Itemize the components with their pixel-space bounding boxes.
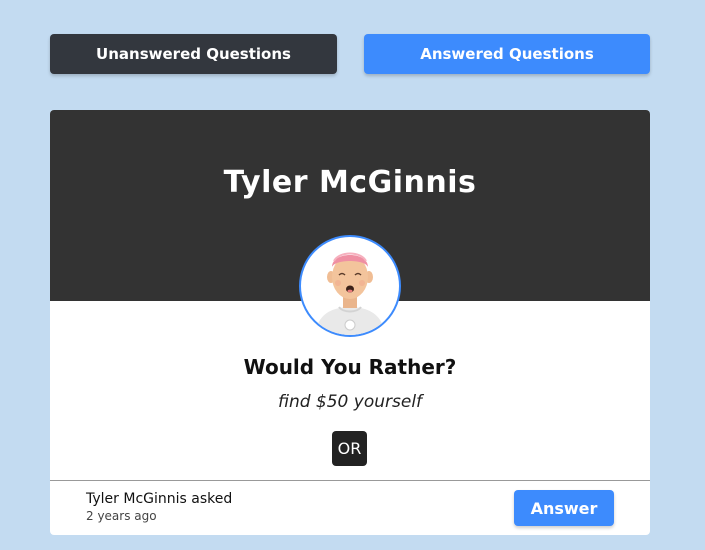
question-title: Would You Rather?	[243, 355, 457, 379]
asked-by-label: Tyler McGinnis asked	[86, 491, 233, 507]
author-name: Tyler McGinnis	[223, 165, 477, 200]
avatar-icon	[315, 252, 385, 335]
unanswered-questions-tab[interactable]: Unanswered Questions	[50, 34, 337, 74]
answered-questions-tab[interactable]: Answered Questions	[364, 34, 650, 74]
card-divider	[50, 480, 650, 481]
question-card: Tyler McGinnis Would You Rather? find $5…	[50, 110, 650, 535]
asked-time: 2 years ago	[86, 509, 157, 523]
answer-button[interactable]: Answer	[514, 490, 614, 526]
or-separator-badge: OR	[332, 431, 367, 466]
avatar	[299, 235, 401, 337]
option-one-text: find $50 yourself	[277, 392, 423, 412]
